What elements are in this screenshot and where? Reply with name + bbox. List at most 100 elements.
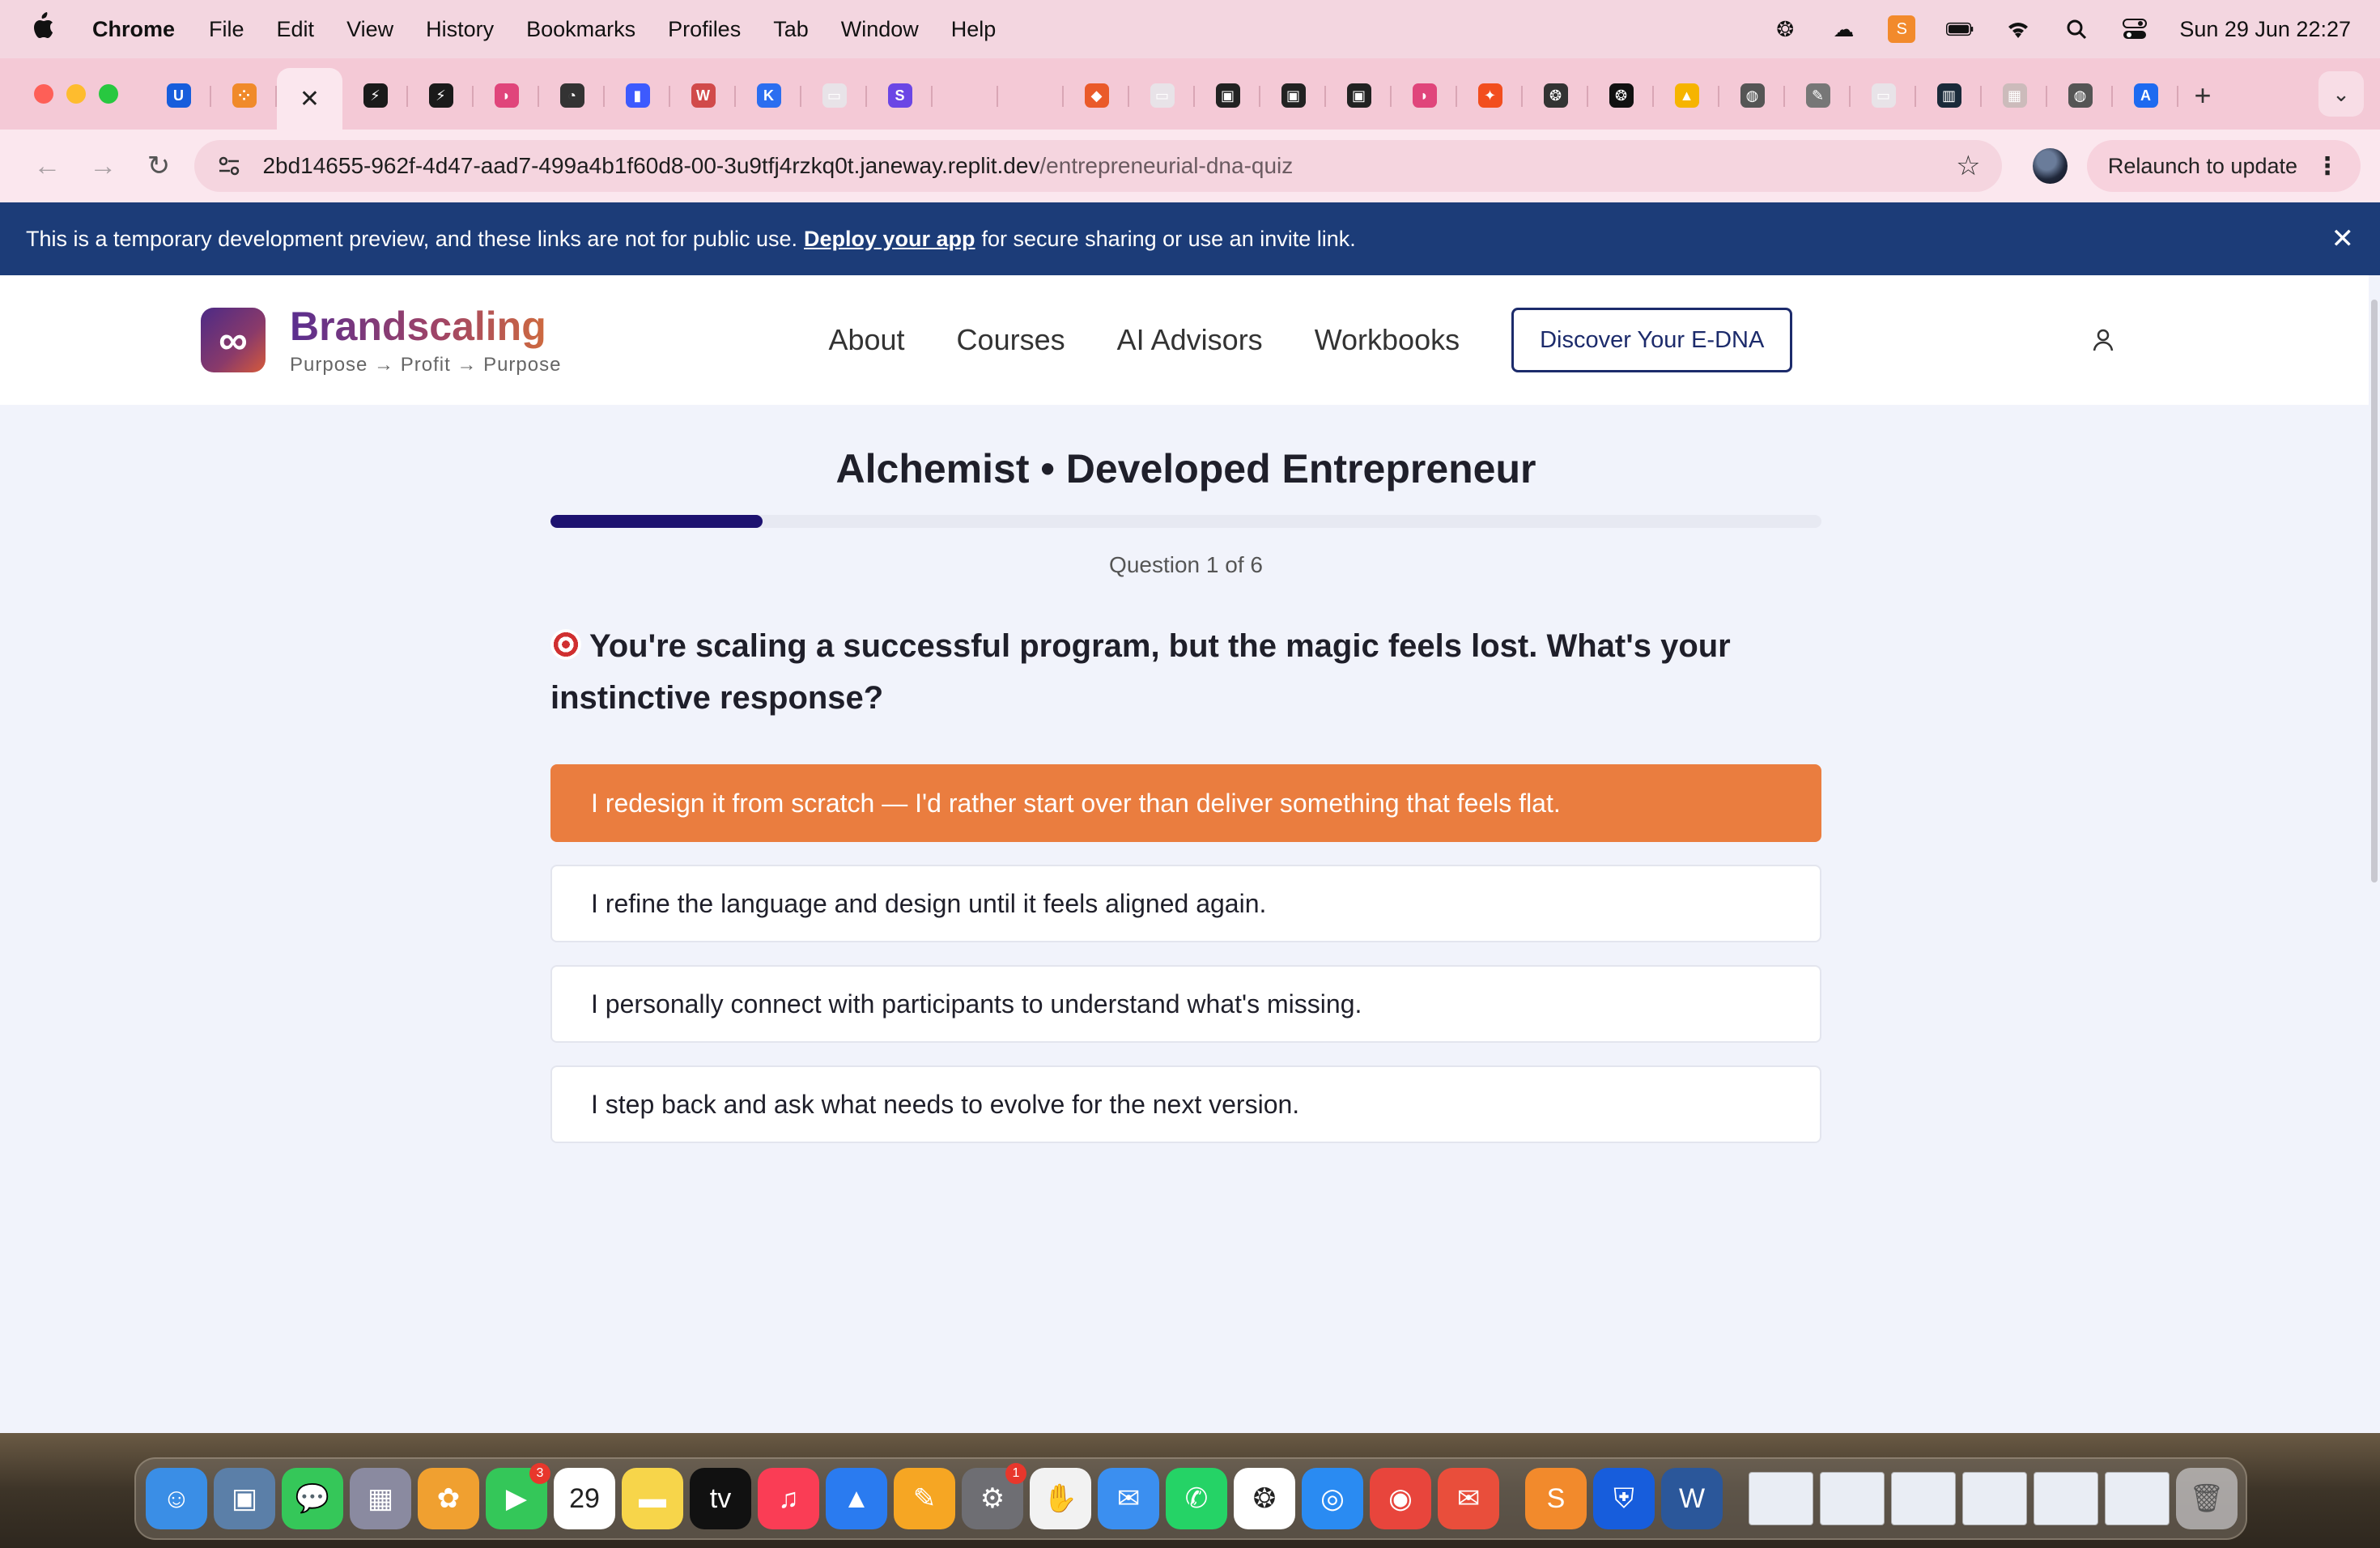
word-icon[interactable]: W [1661,1468,1723,1529]
browser-tab[interactable]: K [736,68,801,123]
browser-tab[interactable] [998,68,1064,123]
browser-tab[interactable]: ▲ [1654,68,1719,123]
browser-tab[interactable]: A [2113,68,2178,123]
banner-close-icon[interactable]: ✕ [2331,223,2355,255]
browser-tab[interactable]: ▭ [1851,68,1916,123]
forward-arrow-icon[interactable]: → [75,142,131,190]
nav-courses[interactable]: Courses [957,323,1065,357]
window-minimize-button[interactable] [66,84,86,104]
browser-tab[interactable]: ❂ [1523,68,1588,123]
minimized-window-thumbnail[interactable] [1962,1472,2027,1525]
nav-workbooks[interactable]: Workbooks [1315,323,1460,357]
messages-icon[interactable]: 💬 [282,1468,343,1529]
minimized-window-thumbnail[interactable] [1891,1472,1956,1525]
user-account-icon[interactable] [2087,324,2119,356]
browser-tab[interactable]: ⚡ [342,68,408,123]
browser-tab[interactable]: ◆ [1064,68,1129,123]
profile-avatar[interactable] [2032,148,2068,184]
launchpad-icon[interactable]: ▦ [350,1468,411,1529]
page-scrollbar-thumb[interactable] [2371,300,2378,882]
menu-help[interactable]: Help [951,17,997,42]
browser-tab[interactable]: ◍ [2047,68,2113,123]
answer-option[interactable]: I personally connect with participants t… [550,965,1821,1043]
menu-profiles[interactable]: Profiles [668,17,741,42]
browser-tab[interactable]: ❂ [1588,68,1654,123]
system-settings-icon[interactable]: ⚙ 1 [962,1463,1026,1529]
browser-tab[interactable] [933,68,998,123]
menu-history[interactable]: History [426,17,494,42]
cloud-sync-icon[interactable]: ☁ [1830,15,1857,43]
apple-menu-icon[interactable] [29,11,57,47]
bitwarden-icon[interactable]: ⛨ [1593,1468,1655,1529]
openai-status-icon[interactable]: ❂ [1771,15,1799,43]
deploy-app-link[interactable]: Deploy your app [804,227,975,252]
menu-view[interactable]: View [346,17,393,42]
keynote-icon[interactable]: ▲ [826,1468,887,1529]
browser-tab[interactable]: ▣ [1260,68,1326,123]
browser-tab[interactable]: ⚡ [408,68,474,123]
browser-tab[interactable]: ⁘ [211,68,277,123]
minimized-window-thumbnail[interactable] [2034,1472,2098,1525]
raycast-icon[interactable]: ✋ [1030,1468,1091,1529]
menu-tab[interactable]: Tab [773,17,809,42]
apple-tv-icon[interactable]: tv [690,1468,751,1529]
control-center-icon[interactable] [2121,15,2148,43]
discover-edna-button[interactable]: Discover Your E-DNA [1511,308,1793,372]
browser-tab[interactable]: ▭ [801,68,867,123]
reload-icon[interactable]: ↻ [131,142,187,190]
airmail-icon[interactable]: ✉ [1438,1468,1499,1529]
browser-tab[interactable]: ◍ [1719,68,1785,123]
battery-icon[interactable] [1946,15,1974,43]
site-settings-icon[interactable] [215,152,243,180]
music-icon[interactable]: ♫ [758,1468,819,1529]
bookmark-star-icon[interactable]: ☆ [1956,150,1980,182]
browser-tab[interactable]: ◗ [1392,68,1457,123]
minimized-window-thumbnail[interactable] [1749,1472,1813,1525]
browser-tab[interactable]: W [670,68,736,123]
browser-tab[interactable]: ✦ [1457,68,1523,123]
browser-tab[interactable]: ◔ [539,68,605,123]
brand-logo-icon[interactable]: ∞ [201,308,266,372]
menu-app-name[interactable]: Chrome [92,17,175,42]
window-close-button[interactable] [34,84,53,104]
spotlight-search-icon[interactable] [2063,15,2090,43]
calendar-icon[interactable]: 29 [554,1468,615,1529]
back-arrow-icon[interactable]: ← [19,142,75,190]
menu-file[interactable]: File [209,17,244,42]
menu-edit[interactable]: Edit [277,17,315,42]
address-bar[interactable]: 2bd14655-962f-4d47-aad7-499a4b1f60d8-00-… [194,140,2002,192]
mail-icon[interactable]: ✉ [1098,1468,1159,1529]
preview-icon[interactable]: ▣ [214,1468,275,1529]
menu-window[interactable]: Window [841,17,919,42]
chrome-icon[interactable]: ◉ [1370,1468,1431,1529]
brand-block[interactable]: Brandscaling Purpose → Profit → Purpose [290,304,561,376]
minimized-window-thumbnail[interactable] [1820,1472,1885,1525]
answer-option-selected[interactable]: I redesign it from scratch — I'd rather … [550,764,1821,842]
browser-tab[interactable]: ◗ [474,68,539,123]
browser-tab[interactable]: ▮ [605,68,670,123]
notes-icon[interactable]: ▬ [622,1468,683,1529]
browser-tab[interactable]: ▦ [1982,68,2047,123]
photos-icon[interactable]: ✿ [418,1468,479,1529]
close-icon[interactable]: ✕ [300,85,320,113]
facetime-icon[interactable]: ▶ 3 [486,1463,550,1529]
trash-icon[interactable]: 🗑 [2176,1468,2238,1529]
menubar-clock[interactable]: Sun 29 Jun 22:27 [2179,17,2351,42]
answer-option[interactable]: I step back and ask what needs to evolve… [550,1065,1821,1143]
nav-about[interactable]: About [828,323,904,357]
chatgpt-icon[interactable]: ❂ [1234,1468,1295,1529]
finder-icon[interactable]: ☺ [146,1468,207,1529]
tab-search-chevron-icon[interactable]: ⌄ [2318,71,2364,117]
nav-ai-advisors[interactable]: AI Advisors [1117,323,1263,357]
wifi-icon[interactable] [2004,15,2032,43]
browser-tab[interactable]: ▥ [1916,68,1982,123]
browser-tab[interactable]: U [146,68,211,123]
minimized-window-thumbnail[interactable] [2105,1472,2170,1525]
sublime-icon[interactable]: S [1525,1468,1587,1529]
browser-tab[interactable]: ▭ [1129,68,1195,123]
answer-option[interactable]: I refine the language and design until i… [550,865,1821,942]
kebab-menu-icon[interactable]: ⋮ [2315,152,2340,181]
whatsapp-icon[interactable]: ✆ [1166,1468,1227,1529]
relaunch-button[interactable]: Relaunch to update ⋮ [2086,140,2361,192]
browser-tab[interactable]: S [867,68,933,123]
